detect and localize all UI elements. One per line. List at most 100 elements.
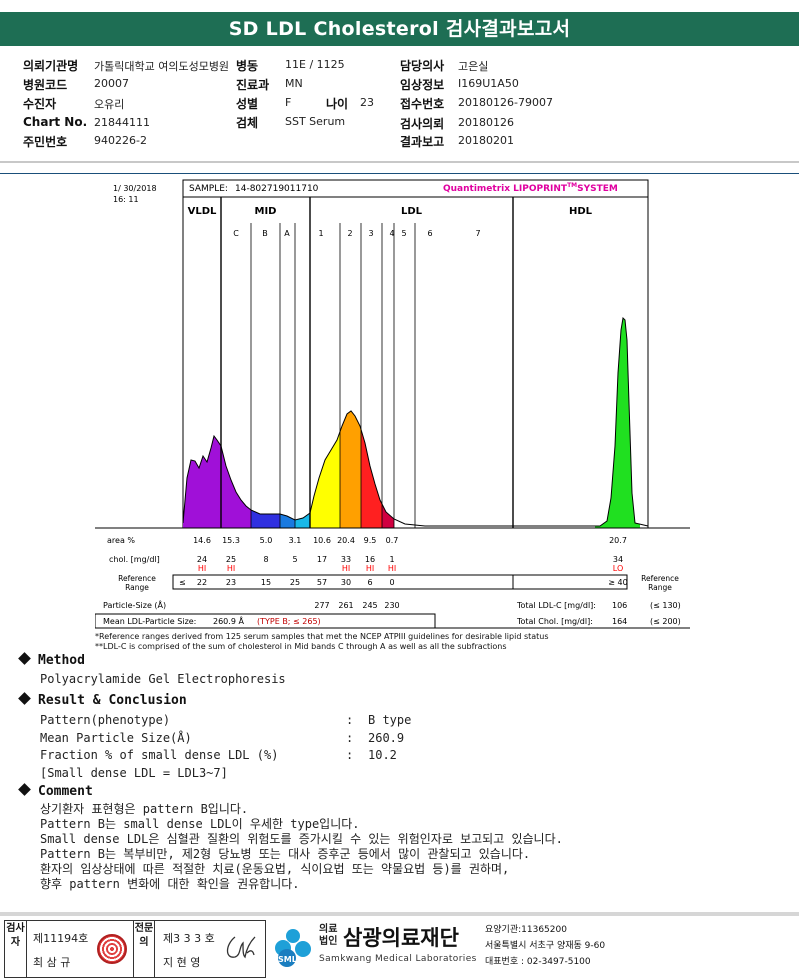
info-value: 21844111 xyxy=(94,116,150,129)
chart-footnotes: *Reference ranges derived from 125 serum… xyxy=(95,632,549,652)
report-title: SD LDL Cholesterol 검사결과보고서 xyxy=(0,12,799,46)
org-address: 서울특별시 서초구 양재동 9-60 xyxy=(485,941,606,951)
result-heading: Result & Conclusion xyxy=(18,692,187,708)
info-label: 주민번호 xyxy=(23,135,68,149)
band-label: C xyxy=(233,229,239,238)
signature-box: 검사자 제11194호 최 삼 규 전문의 제3 3 3 호 지 현 영 xyxy=(4,920,266,978)
org-code: 요양기관:11365200 xyxy=(485,925,567,935)
band-label: 7 xyxy=(475,229,480,238)
chol-value: 1 xyxy=(389,555,394,564)
total-ldl-label: Total LDL-C [mg/dl]: xyxy=(516,601,596,610)
sample-id: 14-802719011710 xyxy=(235,184,319,194)
sample-label: SAMPLE: xyxy=(189,184,228,194)
area-value: 10.6 xyxy=(313,536,331,545)
chol-value: 34 xyxy=(613,555,623,564)
ref-label: Reference xyxy=(641,574,679,583)
mean-type: (TYPE B; ≤ 265) xyxy=(257,617,321,626)
region-label: LDL xyxy=(401,206,423,217)
area-value: 14.6 xyxy=(193,536,211,545)
info-label: 담당의사 xyxy=(400,59,445,73)
particle-value: 277 xyxy=(314,601,329,610)
chol-label: chol. [mg/dl] xyxy=(109,555,160,564)
info-label: Chart No. xyxy=(23,115,88,129)
mean-value: 260.9 Å xyxy=(213,615,244,626)
diamond-bullet-icon xyxy=(18,692,31,705)
band-label: 3 xyxy=(368,229,373,238)
method-text: Polyacrylamide Gel Electrophoresis xyxy=(40,672,286,686)
band-label: A xyxy=(284,229,290,238)
flag-value: HI xyxy=(198,564,206,573)
info-value: MN xyxy=(285,77,303,90)
area-label: area % xyxy=(107,536,135,545)
comment-heading: Comment xyxy=(18,783,93,799)
specialist-name: 지 현 영 xyxy=(163,956,201,969)
total-chol-ref: (≤ 200) xyxy=(650,617,681,626)
result-title: Result & Conclusion xyxy=(38,693,187,708)
total-chol-value: 164 xyxy=(612,617,627,626)
result-sep: : xyxy=(346,748,354,762)
particle-value: 230 xyxy=(384,601,399,610)
region-label: VLDL xyxy=(188,206,217,217)
age-value: 23 xyxy=(360,96,374,109)
examiner-license: 제11194호 xyxy=(33,932,89,945)
area-value: 9.5 xyxy=(364,536,377,545)
result-sep: : xyxy=(346,713,354,727)
info-label: 접수번호 xyxy=(400,97,445,111)
ref-value: 22 xyxy=(197,578,207,587)
result-sep: : xyxy=(346,731,354,745)
info-label: 검사의뢰 xyxy=(400,117,445,131)
examiner-seal-icon xyxy=(97,934,127,964)
region-label: MID xyxy=(255,206,277,217)
flag-value: HI xyxy=(366,564,374,573)
area-value: 20.7 xyxy=(609,536,627,545)
info-label: 성별 xyxy=(236,97,259,111)
info-value: 20180126 xyxy=(458,116,514,129)
method-title: Method xyxy=(38,653,85,668)
sml-logo-text: SML xyxy=(278,955,297,964)
org-name: 삼광의료재단 xyxy=(343,926,459,950)
examiner-name: 최 삼 규 xyxy=(33,956,71,969)
particle-label: Particle-Size (Å) xyxy=(103,599,166,610)
area-value: 5.0 xyxy=(260,536,273,545)
band-label: 4 xyxy=(389,229,394,238)
info-value: 오유리 xyxy=(94,98,125,111)
area-value: 0.7 xyxy=(386,536,399,545)
info-label: 결과보고 xyxy=(400,135,445,149)
comment-line: 향후 pattern 변화에 대한 확인을 권유합니다. xyxy=(40,877,300,891)
specialist-license: 제3 3 3 호 xyxy=(163,932,215,945)
result-value: 260.9 xyxy=(368,731,405,745)
band-label: B xyxy=(262,229,268,238)
ref-label: Range xyxy=(125,583,149,592)
divider xyxy=(0,161,799,163)
result-label: Pattern(phenotype) xyxy=(40,713,171,727)
ref-prefix: ≤ xyxy=(179,578,186,587)
result-note: [Small dense LDL = LDL3~7] xyxy=(40,766,228,780)
info-label: 검체 xyxy=(236,116,259,130)
brand-suffix: SYSTEM xyxy=(577,184,618,194)
info-value: 940226-2 xyxy=(94,134,147,147)
region-label: HDL xyxy=(569,206,593,217)
chart-time: 16: 11 xyxy=(113,195,139,204)
examiner-cell: 검사자 xyxy=(5,921,27,977)
brand-tm: TM xyxy=(567,182,577,189)
info-label: 의뢰기관명 xyxy=(23,59,79,73)
org-phone: 대표번호 : 02-3497-5100 xyxy=(485,957,591,967)
chol-value: 24 xyxy=(197,555,207,564)
sml-logo-icon: SML xyxy=(275,929,311,967)
ref-label: Range xyxy=(648,583,672,592)
band-label: 2 xyxy=(347,229,352,238)
chol-value: 16 xyxy=(365,555,375,564)
age-label: 나이 xyxy=(326,97,349,111)
result-value: B type xyxy=(368,713,412,727)
chart-date: 1/ 30/2018 xyxy=(113,184,157,193)
info-value: 20007 xyxy=(94,77,129,90)
org-english-name: Samkwang Medical Laboratories xyxy=(319,954,477,964)
info-value: 가톨릭대학교 여의도성모병원 xyxy=(94,60,230,73)
report-footer: 검사자 제11194호 최 삼 규 전문의 제3 3 3 호 지 현 영 SML… xyxy=(0,912,799,978)
flag-value: HI xyxy=(388,564,396,573)
diamond-bullet-icon xyxy=(18,783,31,796)
info-label: 수진자 xyxy=(23,97,57,111)
result-label: Mean Particle Size(Å) xyxy=(40,731,192,745)
chol-value: 33 xyxy=(341,555,351,564)
band-label: 6 xyxy=(427,229,432,238)
